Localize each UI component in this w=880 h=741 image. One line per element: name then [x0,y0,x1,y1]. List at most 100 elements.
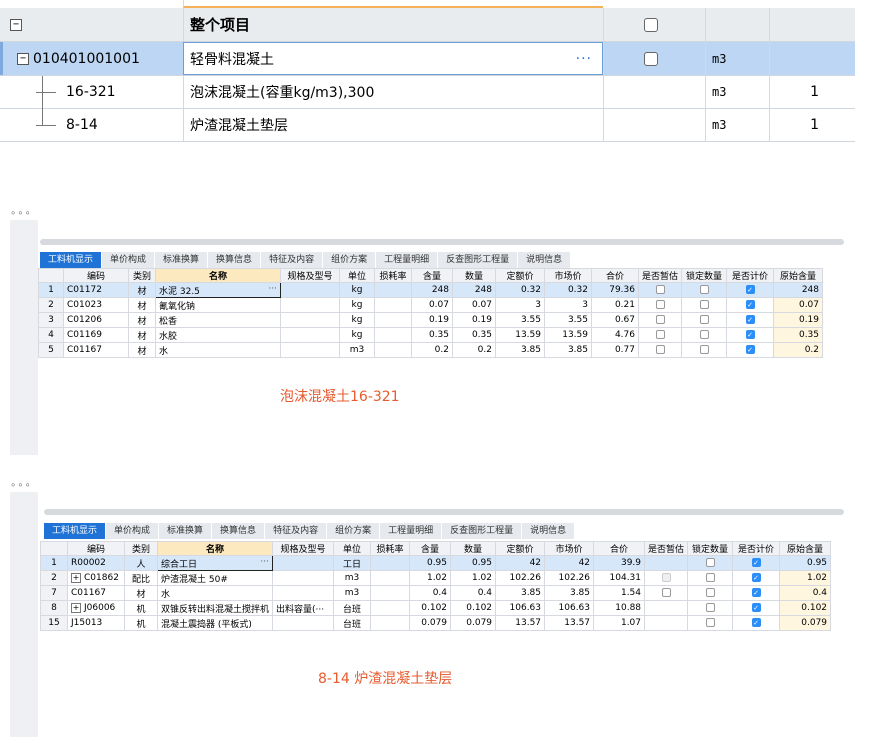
cell-qty[interactable]: 0.19 [452,312,496,328]
tab-2[interactable]: 单价构成 [102,252,156,268]
checkbox-icon[interactable] [655,345,665,354]
cell-cat[interactable]: 人 [124,555,158,571]
cell-quota[interactable]: 106.63 [495,600,546,616]
horizontal-scrollbar[interactable] [44,509,844,515]
tree-row-selected[interactable]: −010401001001 轻骨料混凝土 ··· m3 [0,42,855,76]
table-row[interactable]: 8 + J06006 机双锥反转出料混凝土搅拌机 出料容量(··· 台班 0.102 0.10… [40,600,832,616]
cell-unit[interactable]: m3 [339,342,375,358]
cell-loss[interactable] [370,570,411,586]
cell-loss[interactable] [370,600,411,616]
cell-name[interactable]: 水 [156,585,274,601]
checked-checkbox-icon[interactable]: ✓ [751,573,761,582]
cell-code[interactable]: C01172 [63,282,129,298]
table-row[interactable]: 2 C01023 材氰氧化钠 kg 0.07 0.07 3 3 0.21 ✓ 0.07 [38,297,824,313]
checkbox-icon[interactable] [705,603,715,612]
column-header[interactable]: 数量 [450,541,497,556]
tree-row-child[interactable]: 16-321 泡沫混凝土(容重kg/m3),300 m3 1 [0,76,855,109]
tab-7[interactable]: 工程量明细 [380,523,443,539]
tab-1[interactable]: 工料机显示 [40,252,103,268]
drag-dots-icon[interactable]: ∘∘∘ [10,208,32,219]
cell-qty[interactable]: 0.079 [450,615,497,631]
tree-row-child[interactable]: 8-14 炉渣混凝土垫层 m3 1 [0,109,855,142]
cell-loss[interactable] [374,282,412,298]
column-header[interactable]: 原始含量 [779,541,832,556]
checkbox-icon[interactable] [699,330,709,339]
column-header[interactable]: 含量 [409,541,452,556]
checkbox-icon[interactable] [655,300,665,309]
cell-code[interactable]: J15013 [67,615,125,631]
cell-quota[interactable]: 13.57 [495,615,546,631]
column-header[interactable]: 编码 [67,541,125,556]
tree-row-project[interactable]: − 整个项目 [0,8,855,42]
cell-qty[interactable]: 0.2 [452,342,496,358]
cell-content[interactable]: 0.079 [409,615,452,631]
cell-lock[interactable] [687,585,734,601]
more-icon[interactable]: ··· [576,51,592,67]
cell-lock[interactable] [681,282,728,298]
cell-lock[interactable] [681,342,728,358]
checkbox-icon[interactable] [705,618,715,627]
cell-lock[interactable] [687,555,734,571]
cell-qty[interactable]: 248 [452,282,496,298]
cell-quota[interactable]: 3.85 [495,342,545,358]
checked-checkbox-icon[interactable]: ✓ [745,330,755,339]
cell-total[interactable]: 0.21 [591,297,639,313]
cell-loss[interactable] [374,342,412,358]
column-header[interactable]: 单位 [339,268,375,283]
collapse-icon[interactable]: − [17,52,29,65]
cell-content[interactable]: 0.95 [409,555,452,571]
column-header[interactable]: 数量 [452,268,496,283]
drag-dots-icon[interactable]: ∘∘∘ [10,480,32,491]
cell-name[interactable]: 炉渣混凝土 50# [156,570,274,586]
table-row[interactable]: 4 C01169 材水胶 kg 0.35 0.35 13.59 13.59 4.76 ✓ 0.35 [38,327,824,343]
cell-name[interactable]: 水胶 [155,327,281,343]
column-header[interactable]: 市场价 [544,268,592,283]
cell-est[interactable] [644,570,689,586]
cell-total[interactable]: 79.36 [591,282,639,298]
cell-market[interactable]: 42 [544,555,595,571]
cell-name[interactable]: 双锥反转出料混凝土搅拌机 [156,600,274,616]
cell-unit[interactable]: m3 [333,570,372,586]
tab-2[interactable]: 单价构成 [106,523,160,539]
cell-loss[interactable] [370,615,411,631]
column-header[interactable]: 单位 [333,541,372,556]
cell-price[interactable]: ✓ [732,600,781,616]
cell-market[interactable]: 0.32 [544,282,592,298]
column-header[interactable]: 锁定数量 [681,268,728,283]
tab-9[interactable]: 说明信息 [518,252,572,268]
cell-qty[interactable]: 0.102 [450,600,497,616]
checkbox-icon[interactable] [655,285,665,294]
column-header[interactable]: 规格及型号 [272,541,335,556]
cell-code[interactable]: + J06006 [67,600,125,616]
cell-spec[interactable] [280,312,340,328]
cell-lock[interactable] [681,327,728,343]
cell-lock[interactable] [687,600,734,616]
cell-unit[interactable]: kg [339,327,375,343]
cell-est[interactable] [637,282,683,298]
cell-code[interactable]: C01206 [63,312,129,328]
cell-content[interactable]: 0.4 [409,585,452,601]
expand-icon[interactable]: + [71,573,81,583]
cell-quota[interactable]: 3.85 [495,585,546,601]
cell-cat[interactable]: 机 [124,600,158,616]
horizontal-scrollbar[interactable] [40,239,844,245]
checked-checkbox-icon[interactable]: ✓ [751,603,761,612]
checked-checkbox-icon[interactable]: ✓ [751,558,761,567]
checked-checkbox-icon[interactable]: ✓ [745,315,755,324]
column-header[interactable]: 锁定数量 [687,541,734,556]
row-checkbox[interactable] [644,17,658,32]
cell-cat[interactable]: 机 [124,615,158,631]
checkbox-icon[interactable] [699,345,709,354]
cell-name[interactable]: 综合工日 ··· [156,555,274,571]
cell-qty[interactable]: 0.95 [450,555,497,571]
cell-price[interactable]: ✓ [732,570,781,586]
cell-name[interactable]: 混凝土震捣器 (平板式) [156,615,274,631]
cell-quota[interactable]: 13.59 [495,327,545,343]
checkbox-icon[interactable] [699,285,709,294]
column-header[interactable]: 是否计价 [732,541,781,556]
row-checkbox[interactable] [644,51,658,66]
cell-est[interactable] [637,342,683,358]
cell-market[interactable]: 3.55 [544,312,592,328]
cell-unit[interactable]: kg [339,282,375,298]
checkbox-icon[interactable] [655,330,665,339]
